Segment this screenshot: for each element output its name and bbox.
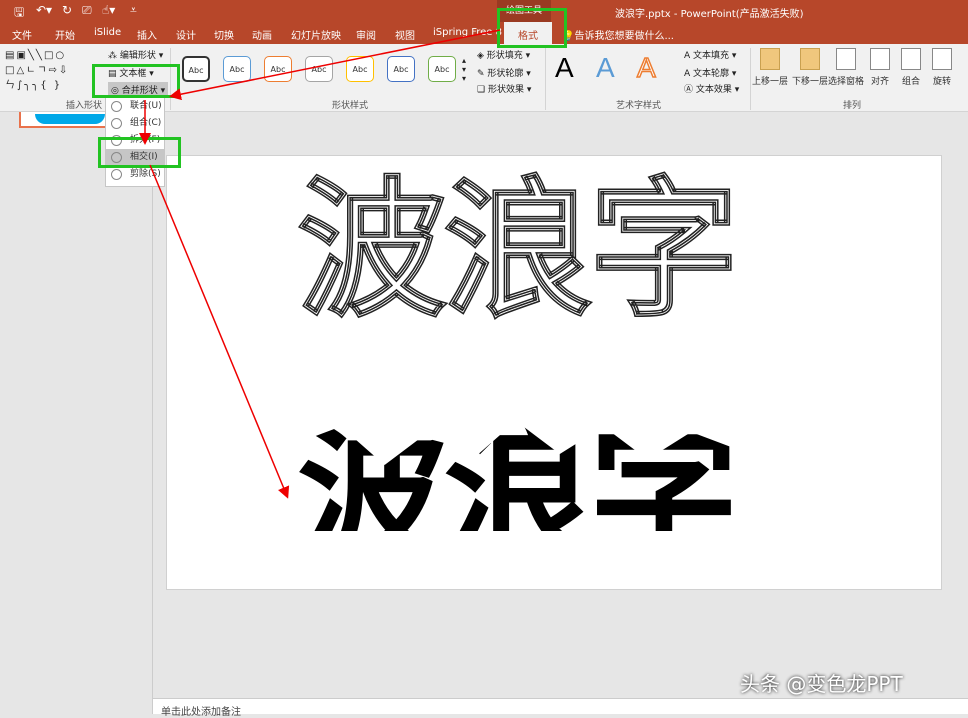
text-effects-button[interactable]: Ⓐ 文本效果 ▾	[684, 82, 739, 95]
tab-slideshow[interactable]: 幻灯片放映	[291, 27, 341, 42]
tab-islide[interactable]: iSlide	[94, 27, 121, 38]
present-icon[interactable]: ⎚	[82, 3, 92, 18]
shape-style-swatch[interactable]: Abc	[223, 56, 251, 82]
slide-canvas[interactable]: 波浪字 波浪字	[166, 155, 942, 590]
tab-review[interactable]: 审阅	[356, 27, 376, 42]
shape-gallery[interactable]: ▤▣╲╲□○□△ㄴㄱ⇨⇩ㄣ∫╮╮{ }	[5, 50, 69, 91]
shape-style-swatch[interactable]: Abc	[346, 56, 374, 82]
tab-insert[interactable]: 插入	[137, 27, 157, 42]
tab-animations[interactable]: 动画	[252, 27, 272, 42]
shape-style-swatch[interactable]: Abc	[264, 56, 292, 82]
notes-pane[interactable]: 单击此处添加备注	[153, 698, 968, 714]
wordart-orange[interactable]: A	[637, 52, 656, 84]
wordart-black[interactable]: A	[555, 52, 574, 84]
highlight-intersect	[98, 137, 181, 168]
tab-view[interactable]: 视图	[395, 27, 415, 42]
shape-style-swatch[interactable]: Abc	[428, 56, 456, 82]
save-icon[interactable]: 🖫	[14, 3, 24, 24]
tell-me-text: 告诉我您想要做什么...	[574, 31, 674, 42]
combine-icon	[111, 118, 122, 129]
menu-item-combine[interactable]: 组合(C)	[106, 115, 164, 132]
subtract-icon	[111, 169, 122, 180]
wordart-blue[interactable]: A	[596, 52, 615, 84]
send-backward-button[interactable]: 下移一层	[790, 48, 830, 87]
text-fill-button[interactable]: A 文本填充 ▾	[684, 48, 736, 61]
group-label-wordart: 艺术字样式	[616, 98, 661, 111]
watermark: 头条 @变色龙PPT	[740, 668, 903, 697]
tab-design[interactable]: 设计	[176, 27, 196, 42]
highlight-format-tab	[497, 8, 567, 48]
shape-outline-button[interactable]: ✎ 形状轮廓 ▾	[477, 66, 531, 79]
tab-file[interactable]: 文件	[12, 27, 32, 42]
menu-item-subtract[interactable]: 剪除(S)	[106, 166, 164, 183]
menu-item-union[interactable]: 联合(U)	[106, 98, 164, 115]
shape-fill-button[interactable]: ◈ 形状填充 ▾	[477, 48, 530, 61]
text-outline-button[interactable]: A 文本轮廓 ▾	[684, 66, 736, 79]
group-label-shape-styles: 形状样式	[332, 98, 368, 111]
shape-style-swatch[interactable]: Abc	[182, 56, 210, 82]
union-icon	[111, 101, 122, 112]
touch-icon[interactable]: ☝▾	[102, 3, 115, 17]
gallery-scroll[interactable]: ▴▾▾	[462, 56, 466, 83]
group-label-insert-shapes: 插入形状	[66, 98, 102, 111]
redo-icon[interactable]: ↻	[62, 3, 72, 17]
shape-style-swatch[interactable]: Abc	[305, 56, 333, 82]
bring-forward-button[interactable]: 上移一层	[750, 48, 790, 87]
rotate-button[interactable]: 旋转	[922, 48, 962, 87]
tell-me-search[interactable]: 💡告诉我您想要做什么...	[562, 27, 674, 42]
slide-thumbnail-pane[interactable]	[0, 112, 153, 714]
highlight-merge-shapes	[92, 64, 180, 98]
window-title: 波浪字.pptx - PowerPoint(产品激活失败)	[615, 5, 804, 20]
customize-icon[interactable]: ⩡	[130, 3, 137, 18]
shape-effects-button[interactable]: ❑ 形状效果 ▾	[477, 82, 531, 95]
group-label-arrange: 排列	[843, 98, 861, 111]
undo-icon[interactable]: ↶▾	[36, 3, 52, 17]
shape-style-swatch[interactable]: Abc	[387, 56, 415, 82]
edit-shape-button[interactable]: ⁂ 编辑形状 ▾	[108, 48, 163, 61]
ribbon-tabs: 文件 开始 iSlide 插入 设计 切换 动画 幻灯片放映 审阅 视图 iSp…	[0, 22, 968, 44]
tab-home[interactable]: 开始	[55, 27, 75, 42]
tab-transitions[interactable]: 切换	[214, 27, 234, 42]
outline-wave-text[interactable]: 波浪字	[297, 176, 735, 326]
title-bar: 🖫 ↶▾ ↻ ⎚ ☝▾ ⩡ 绘图工具 波浪字.pptx - PowerPoint…	[0, 0, 968, 22]
intersected-wave-text[interactable]: 波浪字	[297, 421, 735, 531]
tab-ispring[interactable]: iSpring Free 8	[433, 27, 502, 38]
